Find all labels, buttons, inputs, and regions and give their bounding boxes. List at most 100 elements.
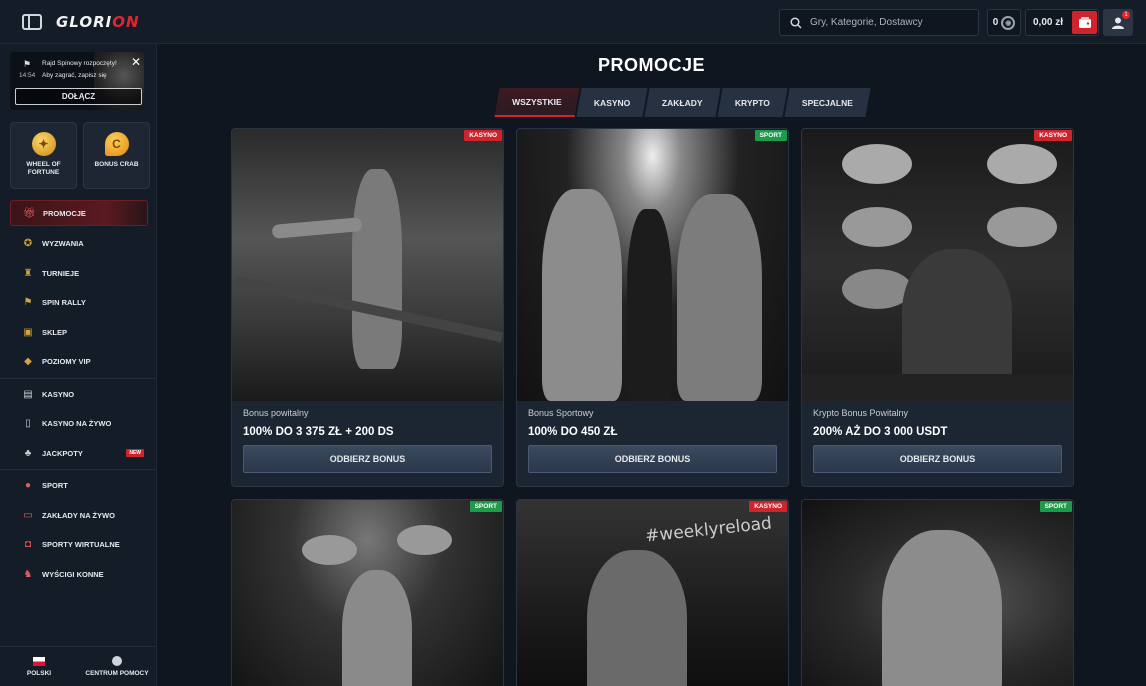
sidebar-item-label: SKLEP xyxy=(42,327,68,337)
language-button[interactable]: POLSKI xyxy=(0,647,78,686)
horse-icon: ♞ xyxy=(23,568,33,580)
promo-image: SPORT xyxy=(517,129,788,401)
coins-value: 0 xyxy=(992,17,999,28)
sidebar-item-sporty-wirtualne[interactable]: ◘ SPORTY WIRTUALNE xyxy=(0,530,156,560)
main-content: PROMOCJE WSZYSTKIE KASYNO ZAKŁADY KRYPTO… xyxy=(157,44,1146,686)
fighter-figure xyxy=(882,530,1002,686)
logo-text: GLORI xyxy=(56,12,113,31)
sidebar-toggle-icon[interactable] xyxy=(22,13,42,30)
belt-shape xyxy=(397,525,452,555)
spin-rally-notification: ⚑ Rajd Spinowy rozpoczęty! 14:54 Aby zag… xyxy=(10,52,144,110)
sidebar-item-label: SPORT xyxy=(42,481,68,491)
promo-image: KASYNO xyxy=(802,129,1073,401)
nav-divider xyxy=(0,469,156,470)
sidebar-item-kasyno-na-zywo[interactable]: ▯ KASYNO NA ŻYWO xyxy=(0,409,156,439)
bonus-crab-tile[interactable]: C BONUS CRAB xyxy=(83,122,150,189)
coin-icon: ◉ xyxy=(1001,15,1016,30)
fighter-figure xyxy=(587,550,687,686)
claim-bonus-button[interactable]: ODBIERZ BONUS xyxy=(813,445,1062,473)
belt-shape xyxy=(302,535,357,565)
promo-card[interactable]: SPORT xyxy=(801,499,1074,686)
wheel-of-fortune-tile[interactable]: ✦ WHEEL OF FORTUNE xyxy=(10,122,77,189)
sidebar-item-label: POZIOMY VIP xyxy=(42,357,91,367)
diamond-icon: ◆ xyxy=(24,356,32,368)
sidebar-item-promocje[interactable]: 🎁︎ PROMOCJE xyxy=(10,200,148,226)
clover-icon: ♣ xyxy=(24,447,32,459)
promo-title: 100% DO 3 375 ZŁ + 200 DS xyxy=(243,426,394,438)
promo-card[interactable]: KASYNO Krypto Bonus Powitalny 200% AŻ DO… xyxy=(801,128,1074,487)
tab-label: ZAKŁADY xyxy=(661,97,703,108)
balance-box[interactable]: 0,00 zł xyxy=(1025,9,1099,36)
claim-bonus-button[interactable]: ODBIERZ BONUS xyxy=(528,445,777,473)
language-label: POLSKI xyxy=(26,669,52,677)
category-tag: KASYNO xyxy=(1034,130,1072,141)
sidebar-item-spin-rally[interactable]: ⚑ SPIN RALLY xyxy=(0,288,156,318)
logo-accent: ON xyxy=(112,12,140,31)
tab-specjalne[interactable]: SPECJALNE xyxy=(783,88,871,117)
sidebar-item-label: PROMOCJE xyxy=(43,208,86,218)
flag-icon: ⚑ xyxy=(23,59,32,69)
notification-time: 14:54 xyxy=(19,72,36,79)
trophy-icon: ♜ xyxy=(23,267,33,279)
belt-shape xyxy=(987,207,1057,247)
nav-divider xyxy=(0,377,156,379)
promo-tabs: WSZYSTKIE KASYNO ZAKŁADY KRYPTO SPECJALN… xyxy=(494,88,871,117)
category-tag: KASYNO xyxy=(464,130,502,141)
fighter-arm xyxy=(271,217,363,239)
feature-tiles: ✦ WHEEL OF FORTUNE C BONUS CRAB xyxy=(10,122,150,189)
poland-flag-icon xyxy=(33,656,45,666)
user-account-button[interactable]: 1 xyxy=(1103,9,1133,36)
promo-subtitle: Bonus Sportowy xyxy=(528,408,594,418)
category-tag: SPORT xyxy=(469,501,502,512)
tile-label: WHEEL OF FORTUNE xyxy=(26,161,61,176)
help-icon xyxy=(112,656,122,666)
search-box[interactable] xyxy=(779,9,979,36)
coins-counter[interactable]: 0 ◉ xyxy=(987,9,1021,36)
medal-icon: ✪ xyxy=(23,238,33,250)
promo-image: SPORT xyxy=(232,500,503,686)
sidebar-item-sport[interactable]: ● SPORT xyxy=(0,471,156,501)
help-center-button[interactable]: CENTRUM POMOCY xyxy=(78,647,156,686)
sidebar-item-kasyno[interactable]: ▤ KASYNO xyxy=(0,380,156,410)
logo[interactable]: GLORION xyxy=(56,13,140,31)
promo-card[interactable]: KASYNO Bonus powitalny 100% DO 3 375 ZŁ … xyxy=(231,128,504,487)
join-button[interactable]: DOŁĄCZ xyxy=(15,88,142,105)
sidebar-item-wyzwania[interactable]: ✪ WYZWANIA xyxy=(0,229,156,259)
slot-machine-icon: ▤ xyxy=(23,388,33,400)
tab-krypto[interactable]: KRYPTO xyxy=(717,88,788,117)
tab-kasyno[interactable]: KASYNO xyxy=(576,88,648,117)
claim-bonus-button[interactable]: ODBIERZ BONUS xyxy=(243,445,492,473)
sidebar-item-label: ZAKŁADY NA ŻYWO xyxy=(42,510,115,520)
sidebar-item-zaklady-na-zywo[interactable]: ▭ ZAKŁADY NA ŻYWO xyxy=(0,501,156,531)
tab-wszystkie[interactable]: WSZYSTKIE xyxy=(494,88,580,117)
promo-title: 100% DO 450 ZŁ xyxy=(528,426,618,438)
tab-label: SPECJALNE xyxy=(801,97,853,108)
belt-shape xyxy=(987,144,1057,184)
promo-image: SPORT xyxy=(802,500,1073,686)
sidebar-item-wyscigi-konne[interactable]: ♞ WYŚCIGI KONNE xyxy=(0,560,156,590)
promo-cards-grid: KASYNO Bonus powitalny 100% DO 3 375 ZŁ … xyxy=(231,128,1074,686)
belt-shape xyxy=(842,207,912,247)
sidebar-item-poziomy-vip[interactable]: ◆ POZIOMY VIP xyxy=(0,347,156,377)
close-icon[interactable]: ✕ xyxy=(131,55,141,69)
promo-card[interactable]: SPORT Bonus Sportowy 100% DO 450 ZŁ ODBI… xyxy=(516,128,789,487)
balance-value: 0,00 zł xyxy=(1033,17,1064,28)
sidebar-item-turnieje[interactable]: ♜ TURNIEJE xyxy=(0,259,156,289)
sidebar-item-sklep[interactable]: ▣ SKLEP xyxy=(0,318,156,348)
belt-shape xyxy=(842,144,912,184)
live-icon: ▭ xyxy=(23,509,33,521)
promo-card[interactable]: SPORT xyxy=(231,499,504,686)
sidebar-item-jackpoty[interactable]: ♣ JACKPOTY NEW xyxy=(0,439,156,469)
notification-title: Rajd Spinowy rozpoczęty! xyxy=(42,60,117,67)
app-window: GLORION 0 ◉ 0,00 zł 1 ⚑ Rajd Spinowy roz… xyxy=(0,0,1146,686)
top-bar: GLORION 0 ◉ 0,00 zł 1 xyxy=(0,0,1146,44)
sidebar-item-label: WYZWANIA xyxy=(42,239,84,249)
search-icon xyxy=(790,16,802,29)
sidebar-item-label: WYŚCIGI KONNE xyxy=(42,569,104,579)
search-input[interactable] xyxy=(810,17,970,28)
shop-icon: ▣ xyxy=(23,326,33,338)
promo-card[interactable]: KASYNO #weeklyreload xyxy=(516,499,789,686)
wallet-button[interactable] xyxy=(1072,11,1097,34)
tab-zaklady[interactable]: ZAKŁADY xyxy=(644,88,721,117)
promo-subtitle: Bonus powitalny xyxy=(243,408,309,418)
